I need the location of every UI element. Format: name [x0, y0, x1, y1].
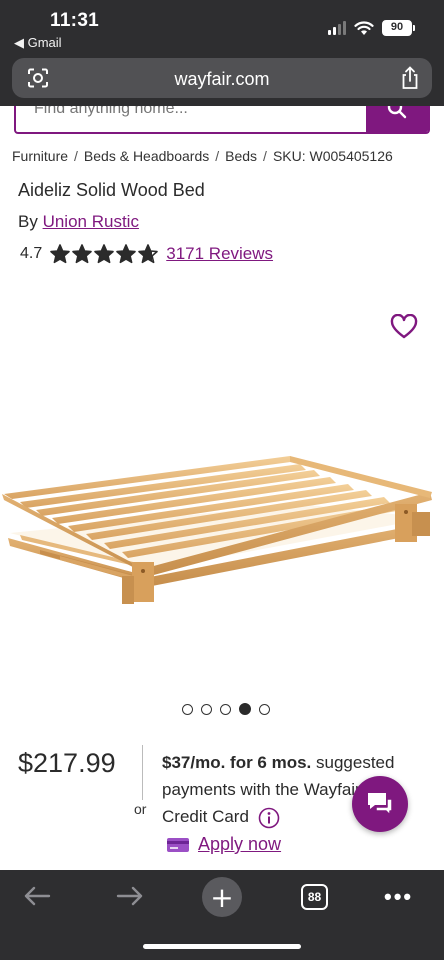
product-price: $217.99 [18, 748, 116, 778]
new-tab-button[interactable]: + [202, 877, 242, 917]
star-icon [50, 244, 71, 264]
tabs-button[interactable]: 88 [301, 884, 328, 910]
share-icon[interactable] [400, 66, 420, 90]
star-icon [72, 244, 93, 264]
star-icon [138, 244, 159, 264]
product-title: Aideliz Solid Wood Bed [18, 180, 205, 200]
reviews-link[interactable]: 3171 Reviews [166, 244, 273, 264]
breadcrumb-item-furniture[interactable]: Furniture [12, 148, 68, 164]
apply-now-link[interactable]: Apply now [198, 834, 281, 855]
rating-summary: 4.7 3171 Reviews [20, 244, 273, 264]
product-image[interactable] [0, 440, 444, 640]
signal-icon [328, 21, 346, 35]
home-indicator [143, 944, 301, 949]
credit-card-label: Credit Card [162, 807, 249, 826]
breadcrumb-item-beds[interactable]: Beds [225, 148, 257, 164]
star-icon [94, 244, 115, 264]
carousel-dot[interactable] [259, 703, 270, 715]
breadcrumb-separator: / [74, 148, 78, 164]
status-icons: 90 [328, 20, 415, 36]
back-to-app-link[interactable]: ◀ Gmail [14, 35, 62, 51]
carousel-dot[interactable] [182, 703, 193, 715]
star-rating [50, 244, 159, 264]
brand-prefix: By [18, 212, 38, 231]
more-icon[interactable]: ••• [384, 884, 413, 910]
info-icon[interactable] [258, 807, 280, 829]
monthly-payment: $37/mo. for 6 mos. [162, 753, 312, 772]
search-input[interactable] [16, 106, 368, 122]
chat-icon [368, 793, 393, 816]
browser-address-area: wayfair.com [0, 56, 444, 106]
status-bar: 11:31 ◀ Gmail 90 [0, 0, 444, 56]
status-time: 11:31 [50, 10, 100, 31]
breadcrumb-item-beds-headboards[interactable]: Beds & Headboards [84, 148, 209, 164]
carousel-dot[interactable] [220, 703, 231, 715]
rating-value: 4.7 [20, 245, 43, 262]
price-divider [142, 745, 143, 800]
brand-line: By Union Rustic [18, 212, 139, 232]
or-label: or [134, 801, 147, 817]
plus-icon: + [210, 881, 234, 914]
browser-toolbar: + 88 ••• [0, 870, 444, 960]
forward-arrow-icon[interactable] [115, 884, 145, 908]
chat-button[interactable] [352, 776, 408, 832]
carousel-dot[interactable] [239, 703, 251, 715]
breadcrumb-sku: SKU: W005405126 [272, 148, 393, 164]
image-carousel-dots [182, 703, 270, 715]
site-search [14, 106, 430, 134]
wifi-icon [354, 20, 374, 35]
search-icon [387, 106, 407, 119]
heart-icon[interactable] [390, 314, 418, 340]
apply-now-row: Apply now [166, 834, 281, 855]
url-bar[interactable]: wayfair.com [12, 58, 432, 98]
breadcrumb-separator: / [263, 148, 267, 164]
star-icon [116, 244, 137, 264]
url-text: wayfair.com [174, 69, 270, 89]
back-arrow-icon[interactable] [22, 884, 52, 908]
breadcrumb-separator: / [215, 148, 220, 164]
breadcrumb: Furniture / Beds & Headboards / Beds / SKU: W0… [12, 148, 393, 164]
carousel-dot[interactable] [201, 703, 212, 715]
brand-link[interactable]: Union Rustic [43, 212, 139, 231]
credit-card-icon [167, 837, 189, 852]
battery-icon: 90 [382, 20, 415, 36]
search-button[interactable] [366, 106, 428, 132]
